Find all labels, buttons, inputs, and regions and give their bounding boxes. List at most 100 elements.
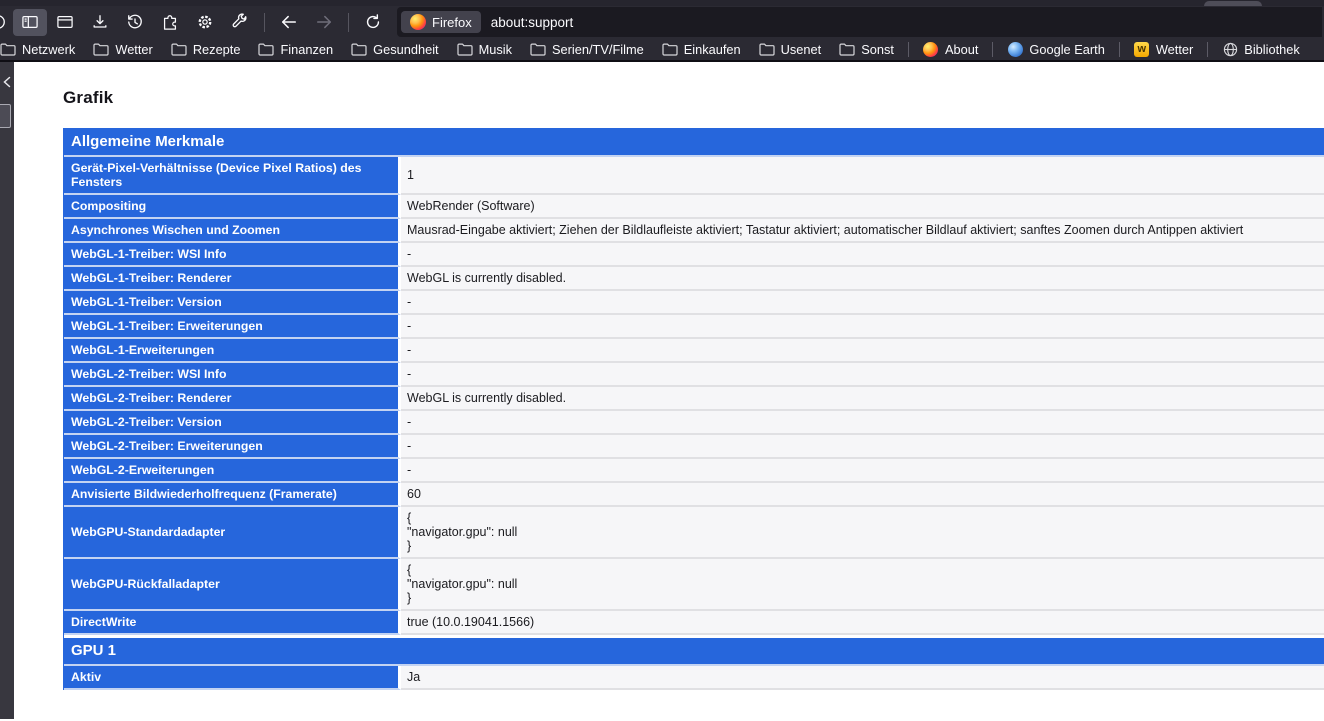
row-label: Anvisierte Bildwiederholfrequenz (Framer…	[64, 483, 401, 507]
bookmark-item[interactable]: Google Earth	[998, 39, 1113, 59]
bookmark-label: Rezepte	[193, 42, 241, 57]
download-icon[interactable]	[83, 9, 117, 36]
row-label: WebGPU-Rückfalladapter	[64, 559, 401, 611]
folder-icon	[759, 41, 775, 57]
firefox-logo-icon	[410, 14, 426, 30]
folder-icon	[530, 41, 546, 57]
folder-icon	[0, 41, 16, 57]
table-row: Gerät-Pixel-Verhältnisse (Device Pixel R…	[64, 157, 1324, 195]
bookmark-label: Netzwerk	[22, 42, 75, 57]
back-icon[interactable]	[272, 9, 306, 36]
history-icon[interactable]	[118, 9, 152, 36]
page-title: Grafik	[63, 88, 1324, 108]
folder-icon	[171, 41, 187, 57]
bookmark-item[interactable]: Bibliothek	[1213, 39, 1309, 59]
folder-icon	[457, 41, 473, 57]
table-row: WebGPU-Standardadapter { "navigator.gpu"…	[64, 507, 1324, 559]
row-label: WebGL-2-Erweiterungen	[64, 459, 401, 483]
row-value: -	[401, 291, 1324, 315]
row-value: -	[401, 315, 1324, 339]
active-tab-remnant[interactable]	[1204, 1, 1262, 6]
tab-strip	[0, 0, 1324, 6]
wrench-icon[interactable]	[223, 9, 257, 36]
about-support-page: Grafik Allgemeine Merkmale Gerät-Pixel-V…	[14, 62, 1324, 719]
row-value: 1	[401, 157, 1324, 195]
table-row: WebGL-1-Erweiterungen -	[64, 339, 1324, 363]
row-value: -	[401, 243, 1324, 267]
bookmark-label: Usenet	[781, 42, 822, 57]
section-rows: Gerät-Pixel-Verhältnisse (Device Pixel R…	[64, 157, 1324, 635]
chevron-left-icon[interactable]	[2, 76, 12, 88]
reload-icon[interactable]	[356, 9, 390, 36]
identity-chip-label: Firefox	[432, 15, 472, 30]
folder-icon	[662, 41, 678, 57]
bookmark-label: Serien/TV/Filme	[552, 42, 644, 57]
row-value: Mausrad-Eingabe aktiviert; Ziehen der Bi…	[401, 219, 1324, 243]
bookmark-item[interactable]: Wetter	[84, 39, 161, 59]
row-label: WebGL-1-Treiber: WSI Info	[64, 243, 401, 267]
row-value: -	[401, 435, 1324, 459]
table-row: WebGL-1-Treiber: Erweiterungen -	[64, 315, 1324, 339]
bookmark-item[interactable]: Netzwerk	[0, 39, 84, 59]
bookmark-item[interactable]: Finanzen	[249, 39, 342, 59]
browser-window: Firefox about:support Netzwerk	[0, 0, 1324, 719]
table-row: WebGL-2-Treiber: WSI Info -	[64, 363, 1324, 387]
forward-icon[interactable]	[307, 9, 341, 36]
toolbar-separator	[348, 13, 349, 32]
extensions-icon[interactable]	[153, 9, 187, 36]
row-value: WebGL is currently disabled.	[401, 387, 1324, 411]
row-value: -	[401, 459, 1324, 483]
section-header-allgemeine-merkmale: Allgemeine Merkmale	[64, 129, 1324, 157]
sidebar-thumbnail[interactable]	[0, 104, 11, 128]
row-label: Gerät-Pixel-Verhältnisse (Device Pixel R…	[64, 157, 401, 195]
row-label: WebGL-2-Treiber: Version	[64, 411, 401, 435]
row-label: WebGL-1-Treiber: Erweiterungen	[64, 315, 401, 339]
row-label: WebGL-1-Treiber: Renderer	[64, 267, 401, 291]
window-icon[interactable]	[48, 9, 82, 36]
row-label: WebGL-2-Treiber: WSI Info	[64, 363, 401, 387]
row-value: -	[401, 339, 1324, 363]
table-row: WebGL-2-Treiber: Version -	[64, 411, 1324, 435]
row-value: -	[401, 411, 1324, 435]
row-value: WebRender (Software)	[401, 195, 1324, 219]
bookmark-item[interactable]: About	[914, 39, 987, 59]
bookmark-label: Wetter	[1156, 42, 1193, 57]
bookmark-item[interactable]: Wetter	[1125, 39, 1202, 59]
collapsed-sidebar[interactable]	[0, 62, 14, 719]
url-bar[interactable]: Firefox about:support	[397, 7, 1322, 37]
bookmark-item[interactable]: Usenet	[750, 39, 831, 59]
toolbar-separator	[264, 13, 265, 32]
section-header-gpu-1: GPU 1	[64, 635, 1324, 666]
firefox-icon	[923, 41, 939, 57]
profile-icon[interactable]	[0, 9, 12, 36]
table-row: WebGPU-Rückfalladapter { "navigator.gpu"…	[64, 559, 1324, 611]
bookmark-item[interactable]: Einkaufen	[653, 39, 750, 59]
row-value: -	[401, 363, 1324, 387]
folder-icon	[839, 41, 855, 57]
weather-icon	[1134, 41, 1150, 57]
bookmark-label: Wetter	[115, 42, 152, 57]
bookmarks-separator	[992, 42, 993, 57]
bookmark-label: Bibliothek	[1244, 42, 1300, 57]
row-value: { "navigator.gpu": null }	[401, 559, 1324, 611]
bookmark-label: About	[945, 42, 978, 57]
row-value: WebGL is currently disabled.	[401, 267, 1324, 291]
identity-chip[interactable]: Firefox	[401, 11, 481, 33]
bookmark-item[interactable]: Rezepte	[162, 39, 250, 59]
row-label: WebGL-2-Treiber: Erweiterungen	[64, 435, 401, 459]
sidebar-icon[interactable]	[13, 9, 47, 36]
bookmarks-separator	[1207, 42, 1208, 57]
bookmark-item[interactable]: Serien/TV/Filme	[521, 39, 653, 59]
bookmark-item[interactable]: Musik	[448, 39, 521, 59]
bookmark-item[interactable]: Gesundheit	[342, 39, 447, 59]
bookmark-label: Musik	[479, 42, 512, 57]
table-row: WebGL-2-Erweiterungen -	[64, 459, 1324, 483]
row-label: Aktiv	[64, 666, 401, 690]
table-row: Compositing WebRender (Software)	[64, 195, 1324, 219]
table-row: Aktiv Ja	[64, 666, 1324, 690]
folder-icon	[351, 41, 367, 57]
bookmark-item[interactable]: Sonst	[830, 39, 903, 59]
settings-gear-icon[interactable]	[188, 9, 222, 36]
bookmark-label: Gesundheit	[373, 42, 438, 57]
section-rows: Aktiv Ja	[64, 666, 1324, 690]
